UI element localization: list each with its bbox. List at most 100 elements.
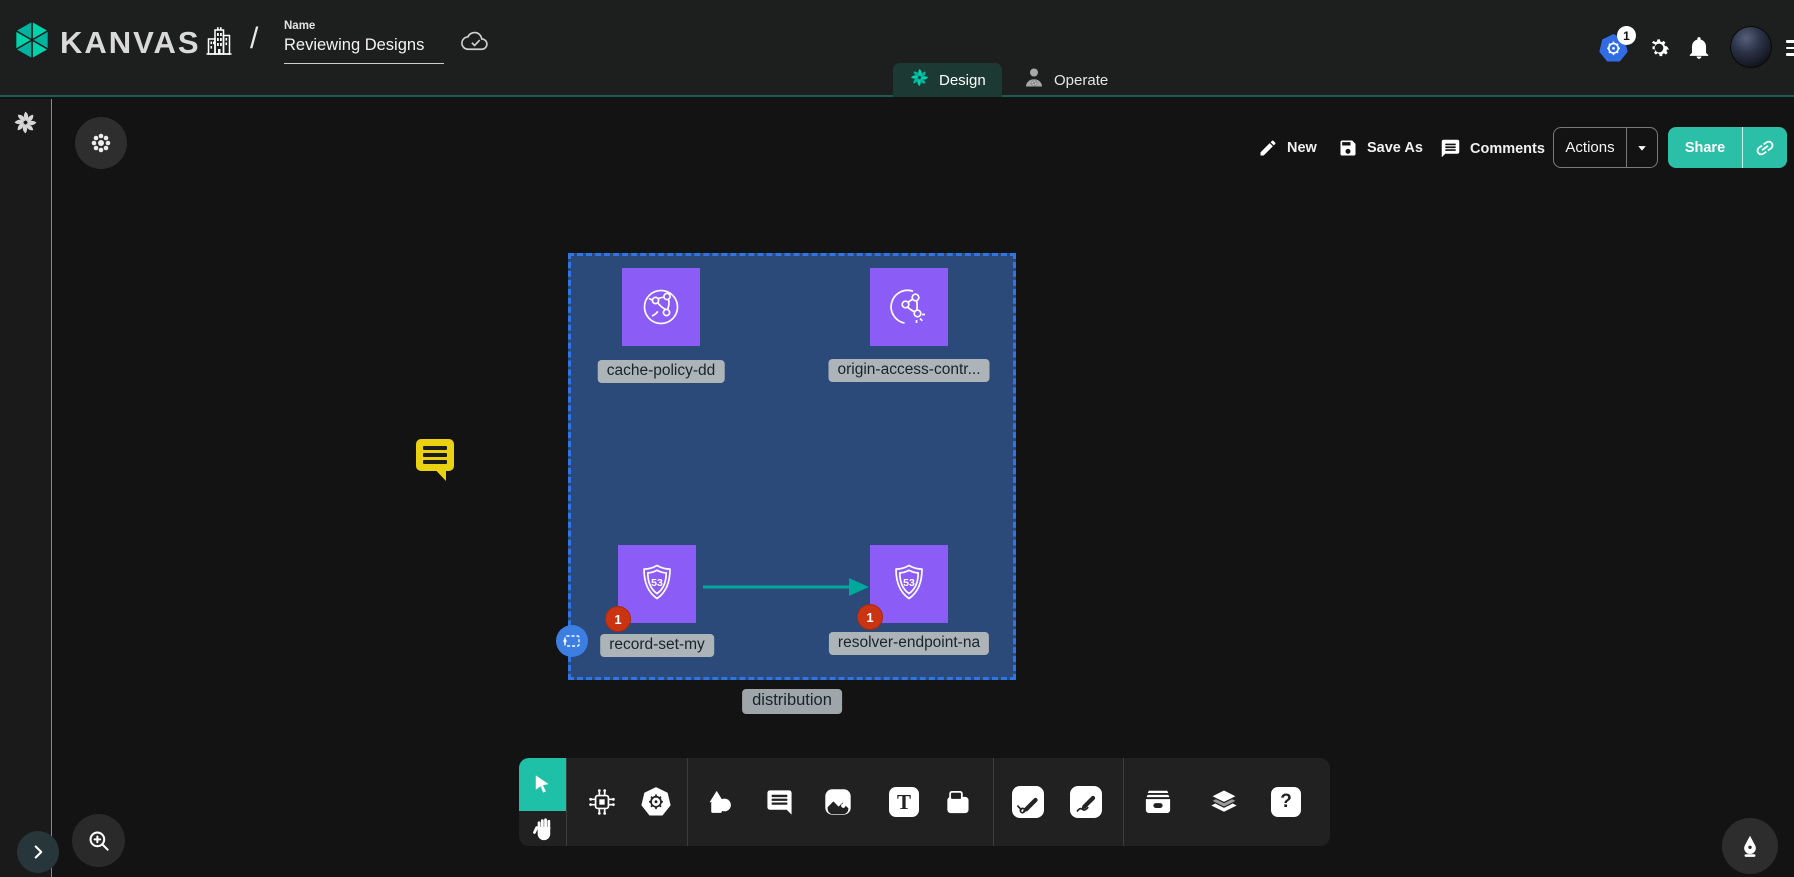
svg-text:53: 53 bbox=[903, 577, 915, 589]
group-label[interactable]: distribution bbox=[742, 689, 842, 714]
organization-icon[interactable] bbox=[204, 26, 234, 63]
cloud-saved-icon bbox=[460, 30, 491, 58]
kubernetes-tool-button[interactable] bbox=[633, 758, 679, 846]
edge-record-set-to-resolver[interactable] bbox=[699, 573, 871, 601]
divider bbox=[566, 758, 567, 846]
operate-tab-label: Operate bbox=[1054, 72, 1108, 89]
text-tool-icon: T bbox=[889, 787, 919, 817]
shapes-tool-button[interactable] bbox=[696, 758, 742, 846]
question-mark-icon: ? bbox=[1271, 787, 1301, 817]
text-tool-button[interactable]: T bbox=[881, 758, 927, 846]
comment-icon bbox=[1440, 138, 1461, 159]
canvas-comment-marker[interactable] bbox=[412, 435, 458, 487]
divider bbox=[1123, 758, 1124, 846]
node-label[interactable]: cache-policy-dd bbox=[598, 360, 725, 383]
bottom-toolbar: T bbox=[519, 758, 1330, 846]
help-tool-button[interactable]: ? bbox=[1263, 758, 1309, 846]
save-icon bbox=[1338, 138, 1358, 158]
design-name-field: Name bbox=[284, 20, 444, 64]
note-tool-button[interactable] bbox=[935, 758, 981, 846]
kanvas-logo-icon bbox=[12, 20, 52, 65]
comments-button-label: Comments bbox=[1470, 141, 1545, 157]
app-header: KANVAS bbox=[0, 0, 1794, 97]
drawer-archive-icon bbox=[1143, 787, 1173, 817]
route53-resolver-endpoint-icon: 53 bbox=[886, 561, 932, 607]
layers-icon bbox=[1209, 787, 1239, 817]
node-cache-policy[interactable] bbox=[622, 268, 700, 346]
design-tab-label: Design bbox=[939, 72, 986, 89]
components-tool-button[interactable] bbox=[579, 758, 625, 846]
kubernetes-context-button[interactable]: 1 bbox=[1598, 33, 1644, 67]
node-label[interactable]: resolver-endpoint-na bbox=[829, 632, 989, 655]
kanvas-logo[interactable]: KANVAS bbox=[12, 20, 201, 65]
hand-icon bbox=[531, 816, 556, 842]
drawer-tool-button[interactable] bbox=[1135, 758, 1181, 846]
divider bbox=[993, 758, 994, 846]
image-icon bbox=[823, 787, 853, 817]
group-selection-handle[interactable] bbox=[555, 624, 589, 663]
shapes-icon bbox=[704, 787, 734, 817]
copy-link-icon[interactable] bbox=[1743, 137, 1787, 159]
zoom-in-button[interactable] bbox=[72, 814, 125, 867]
cloudfront-cache-policy-icon bbox=[637, 283, 685, 331]
settings-gear-icon[interactable] bbox=[1646, 35, 1672, 66]
sidebar-expand-button[interactable] bbox=[17, 831, 59, 873]
kanvas-logo-text: KANVAS bbox=[60, 25, 201, 61]
node-label[interactable]: record-set-my bbox=[600, 634, 714, 657]
share-button-label: Share bbox=[1668, 140, 1742, 156]
design-tab-icon bbox=[909, 67, 930, 93]
node-origin-access-control[interactable] bbox=[870, 268, 948, 346]
user-avatar[interactable] bbox=[1730, 26, 1772, 68]
design-name-label: Name bbox=[284, 20, 444, 32]
error-count-badge[interactable]: 1 bbox=[857, 604, 883, 630]
image-tool-button[interactable] bbox=[815, 758, 861, 846]
app-window: KANVAS bbox=[0, 0, 1794, 877]
cloudfront-origin-access-control-icon bbox=[885, 283, 933, 331]
tab-operate[interactable]: Operate bbox=[1007, 63, 1124, 97]
operate-tab-icon bbox=[1023, 67, 1045, 94]
flower-icon bbox=[89, 131, 113, 155]
breadcrumb-separator: / bbox=[250, 22, 258, 56]
actions-button[interactable]: Actions bbox=[1553, 127, 1658, 168]
new-button[interactable]: New bbox=[1258, 138, 1317, 158]
save-as-button[interactable]: Save As bbox=[1338, 138, 1423, 158]
chip-icon bbox=[587, 787, 617, 817]
tab-design[interactable]: Design bbox=[893, 63, 1002, 97]
save-as-button-label: Save As bbox=[1367, 140, 1423, 156]
new-button-label: New bbox=[1287, 140, 1317, 156]
sidebar-meshery-icon[interactable] bbox=[12, 109, 39, 141]
freehand-draw-tool-button[interactable] bbox=[1063, 758, 1109, 846]
magnifier-plus-icon bbox=[86, 828, 112, 854]
comment-tool-button[interactable] bbox=[756, 758, 802, 846]
sticky-note-icon bbox=[944, 788, 973, 817]
kubernetes-wheel-icon bbox=[640, 786, 672, 818]
left-sidebar bbox=[0, 99, 52, 877]
pan-hand-tool-button[interactable] bbox=[523, 813, 563, 844]
comments-button[interactable]: Comments bbox=[1440, 138, 1545, 159]
share-button[interactable]: Share bbox=[1668, 127, 1787, 168]
node-label[interactable]: origin-access-contr... bbox=[829, 359, 990, 382]
select-tool-button[interactable] bbox=[519, 758, 566, 811]
layers-tool-button[interactable] bbox=[1201, 758, 1247, 846]
chevron-right-icon bbox=[27, 841, 49, 863]
kubernetes-context-count-badge: 1 bbox=[1617, 26, 1636, 45]
pen-path-icon bbox=[1011, 785, 1045, 819]
comment-bubble-icon bbox=[765, 788, 794, 817]
canvas-widgets-button[interactable] bbox=[75, 117, 127, 169]
design-name-input[interactable] bbox=[284, 32, 444, 64]
svg-text:53: 53 bbox=[651, 577, 663, 589]
actions-button-label: Actions bbox=[1554, 139, 1626, 156]
chevron-down-icon[interactable] bbox=[1627, 139, 1657, 157]
pen-nib-icon bbox=[1737, 833, 1763, 859]
node-record-set[interactable]: 53 bbox=[618, 545, 696, 623]
menu-hamburger-icon[interactable] bbox=[1786, 40, 1794, 60]
divider bbox=[687, 758, 688, 846]
pencil-scribble-icon bbox=[1069, 785, 1103, 819]
route53-record-set-icon: 53 bbox=[634, 561, 680, 607]
whiteboarding-pen-button[interactable] bbox=[1722, 818, 1778, 874]
notifications-bell-icon[interactable] bbox=[1686, 35, 1712, 66]
cursor-arrow-icon bbox=[531, 773, 554, 796]
error-count-badge[interactable]: 1 bbox=[605, 606, 631, 632]
distribution-group-node[interactable]: 53 53 cache-policy-dd origin-access-cont… bbox=[568, 253, 1016, 680]
pen-tool-button[interactable] bbox=[1005, 758, 1051, 846]
